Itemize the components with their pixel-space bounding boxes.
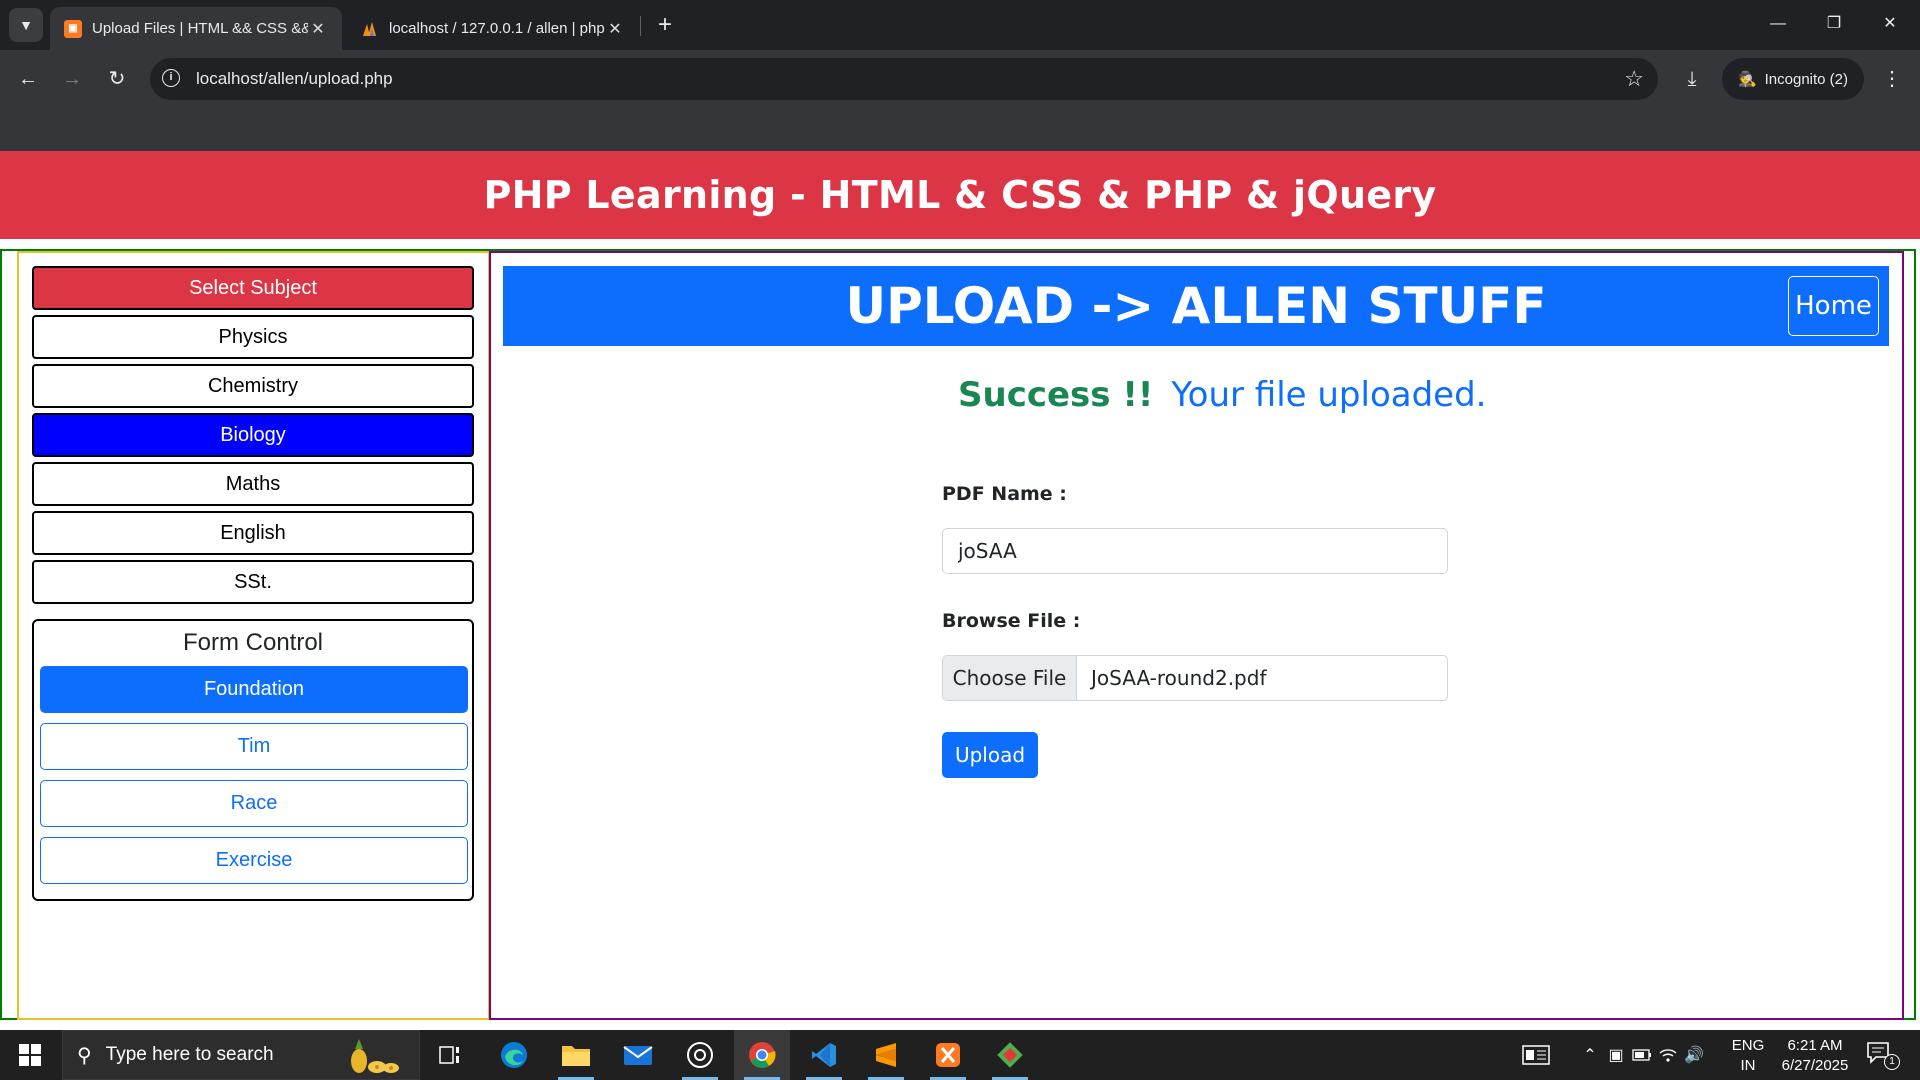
home-button[interactable]: Home [1788,276,1879,336]
search-placeholder: Type here to search [105,1044,274,1065]
upload-title: UPLOAD -> ALLEN STUFF [845,277,1547,335]
site-info-icon[interactable]: i [162,69,180,87]
chosen-file-name: JoSAA-round2.pdf [1091,666,1267,690]
bookmark-star-icon[interactable]: ☆ [1624,66,1644,92]
page-title: PHP Learning - HTML & CSS & PHP & jQuery [483,173,1437,217]
vscode-icon[interactable] [796,1030,852,1080]
back-button[interactable]: ← [12,63,44,95]
git-icon[interactable] [982,1030,1038,1080]
more-menu-icon[interactable]: ⋮ [1876,63,1908,95]
form-control-panel: Form Control Foundation Tim Race Exercis… [32,619,474,901]
meet-now-icon[interactable]: ▣ [1604,1030,1628,1080]
main-container [489,251,1904,1020]
battery-icon[interactable] [1630,1030,1654,1080]
clock-date: 6/27/2025 [1781,1057,1849,1074]
notification-center-icon[interactable]: 1 [1866,1040,1900,1072]
minimize-button[interactable]: — [1750,0,1806,48]
file-input[interactable]: Choose File JoSAA-round2.pdf [942,655,1448,701]
form-control-title: Form Control [182,629,324,656]
windows-taskbar: ⚲ Type here to search ⌃ ▣ 🔊 ENG IN 6:21 … [0,1030,1920,1080]
page-header: PHP Learning - HTML & CSS & PHP & jQuery [0,151,1920,239]
start-button[interactable] [0,1030,60,1080]
file-explorer-icon[interactable] [548,1030,604,1080]
windows-logo-icon [19,1044,41,1066]
forward-button[interactable]: → [56,63,88,95]
subject-maths-button[interactable]: Maths [32,462,474,506]
system-clock[interactable]: 6:21 AM 6/27/2025 [1770,1036,1860,1076]
chevron-down-icon: ▼ [19,17,33,33]
clock-time: 6:21 AM [1787,1037,1843,1054]
language-code: ENG [1731,1037,1765,1054]
subject-chemistry-button[interactable]: Chemistry [32,364,474,408]
close-icon[interactable]: ✕ [308,19,328,39]
browse-file-label: Browse File : [942,610,1081,632]
new-tab-button[interactable]: + [650,10,680,40]
download-icon[interactable]: ⤓ [1676,63,1708,95]
race-button[interactable]: Race [40,780,468,827]
incognito-icon: 🕵 [1737,71,1757,88]
upload-button[interactable]: Upload [942,732,1038,778]
browser-toolbar: ← → ↻ i localhost/allen/upload.php ☆ ⤓ 🕵… [0,50,1920,108]
tab-title: Upload Files | HTML && CSS && [92,20,308,37]
subject-sst-button[interactable]: SSt. [32,560,474,604]
pineapple-icon [351,1039,399,1073]
choose-file-button[interactable]: Choose File [943,656,1077,700]
address-bar[interactable]: i localhost/allen/upload.php ☆ [150,58,1658,100]
tim-button[interactable]: Tim [40,723,468,770]
pdf-name-label: PDF Name : [942,483,1067,505]
language-region: IN [1740,1057,1756,1074]
restore-button[interactable]: ❐ [1806,0,1862,48]
close-icon[interactable]: ✕ [605,19,625,39]
pdf-name-input[interactable] [942,528,1448,574]
subject-english-button[interactable]: English [32,511,474,555]
chevron-up-icon[interactable]: ⌃ [1578,1030,1602,1080]
incognito-badge[interactable]: 🕵 Incognito (2) [1722,58,1864,100]
exercise-button[interactable]: Exercise [40,837,468,884]
tab-search-button[interactable]: ▼ [9,8,43,42]
chrome-icon[interactable] [734,1030,790,1080]
success-message: Success !! Your file uploaded. [958,375,1486,415]
volume-icon[interactable]: 🔊 [1682,1030,1706,1080]
task-view-icon[interactable] [422,1030,478,1080]
success-prefix: Success !! [958,375,1154,415]
search-icon: ⚲ [77,1044,92,1067]
upload-banner: UPLOAD -> ALLEN STUFF [503,266,1889,346]
tab-separator [640,16,641,36]
browser-tabstrip: ▼ ▣ Upload Files | HTML && CSS && ✕ loca… [0,0,1920,50]
tab-phpmyadmin[interactable]: localhost / 127.0.0.1 / allen | php ✕ [347,7,639,50]
mail-icon[interactable] [610,1030,666,1080]
subject-physics-button[interactable]: Physics [32,315,474,359]
edge-icon[interactable] [486,1030,542,1080]
chatgpt-icon[interactable] [672,1030,728,1080]
reload-button[interactable]: ↻ [101,63,133,95]
success-text: Your file uploaded. [1171,375,1487,415]
close-window-button[interactable]: ✕ [1862,0,1918,48]
foundation-button[interactable]: Foundation [40,666,468,713]
sublime-icon[interactable] [858,1030,914,1080]
browser-bookmarks-bar [0,108,1920,151]
notification-count: 1 [1884,1054,1900,1070]
news-widget-icon[interactable] [1514,1030,1558,1080]
language-indicator[interactable]: ENG IN [1728,1036,1768,1076]
url-text[interactable]: localhost/allen/upload.php [196,69,393,89]
phpmyadmin-icon [361,20,379,38]
incognito-label: Incognito (2) [1764,70,1849,88]
select-subject-button[interactable]: Select Subject [32,266,474,310]
subject-biology-button[interactable]: Biology [32,413,474,457]
xampp-icon: ▣ [64,19,82,38]
tab-title: localhost / 127.0.0.1 / allen | php [389,20,605,37]
tab-upload-files[interactable]: ▣ Upload Files | HTML && CSS && ✕ [50,7,342,50]
wifi-icon[interactable] [1656,1030,1680,1080]
taskbar-search-box[interactable]: ⚲ Type here to search [62,1030,420,1080]
xampp-icon[interactable] [920,1030,976,1080]
